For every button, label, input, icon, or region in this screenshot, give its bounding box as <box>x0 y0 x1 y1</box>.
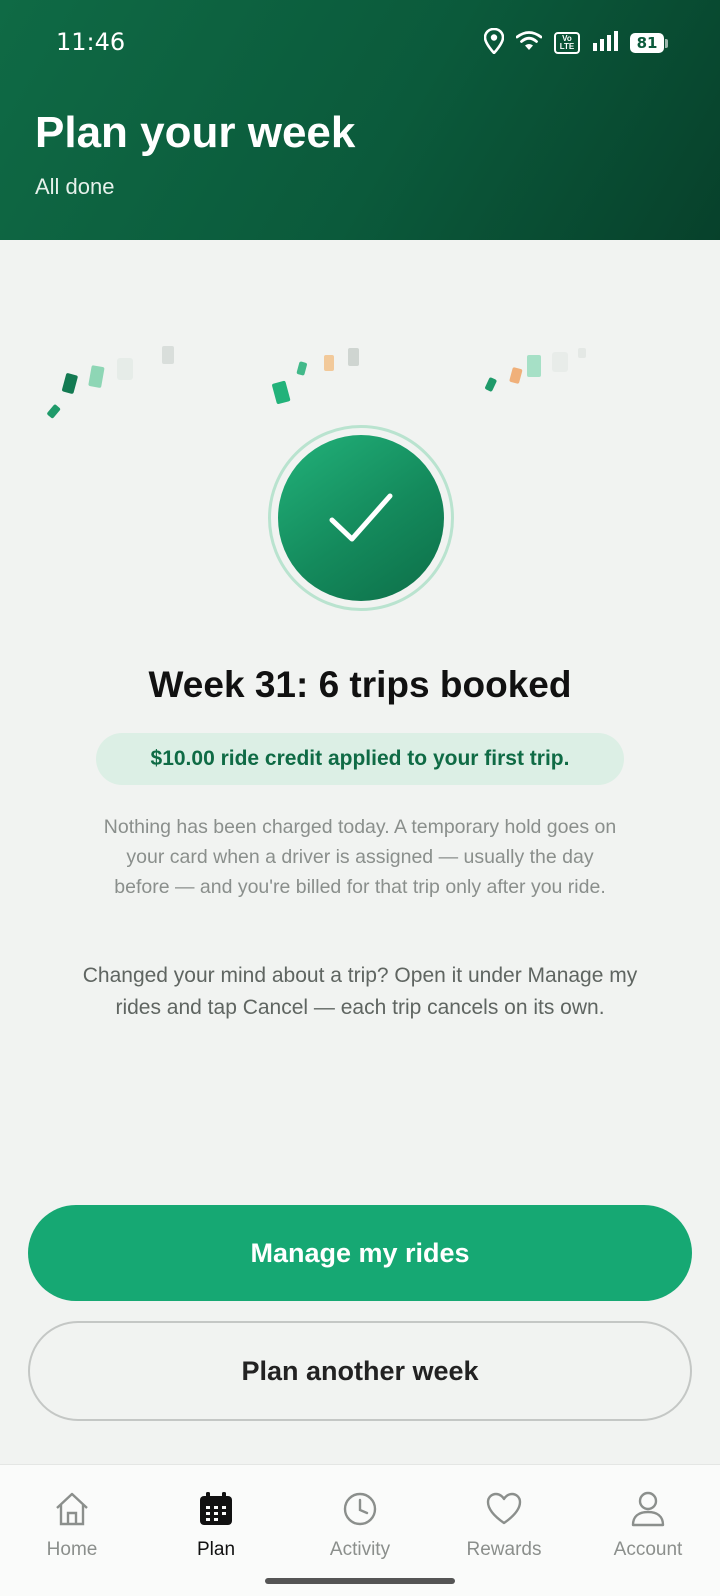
nav-item-activity[interactable]: Activity <box>288 1465 432 1596</box>
volte-icon: Vo LTE <box>554 32 580 54</box>
plan-another-week-button[interactable]: Plan another week <box>28 1321 692 1421</box>
signal-icon <box>592 30 618 56</box>
manage-rides-button[interactable]: Manage my rides <box>28 1205 692 1301</box>
battery-level: 81 <box>630 33 664 53</box>
nav-item-rewards[interactable]: Rewards <box>432 1465 576 1596</box>
nav-label-plan: Plan <box>196 1539 236 1560</box>
confetti-decoration <box>47 346 586 419</box>
credit-badge: $10.00 ride credit applied to your first… <box>96 733 624 785</box>
status-time: 11:46 <box>56 28 126 56</box>
nav-label-activity: Activity <box>329 1539 391 1560</box>
heart-icon <box>484 1489 524 1529</box>
bottom-nav: Home Plan Activity Rewards Account <box>0 1464 720 1596</box>
status-bar: 11:46 Vo LTE 81 <box>0 0 720 84</box>
battery-icon: 81 <box>630 33 668 53</box>
home-indicator <box>265 1578 455 1584</box>
success-check-icon <box>278 435 444 601</box>
nav-label-rewards: Rewards <box>466 1539 542 1560</box>
page-subtitle: All done <box>35 174 115 199</box>
wifi-icon <box>515 30 543 56</box>
status-icons: Vo LTE 81 <box>483 27 668 59</box>
header: 11:46 Vo LTE 81 Plan your week All done <box>0 0 720 240</box>
calendar-icon <box>196 1489 236 1529</box>
person-icon <box>628 1489 668 1529</box>
billing-info-text: Nothing has been charged today. A tempor… <box>103 816 617 898</box>
nav-label-account: Account <box>613 1539 683 1560</box>
nav-item-home[interactable]: Home <box>0 1465 144 1596</box>
nav-item-plan[interactable]: Plan <box>144 1465 288 1596</box>
location-icon <box>483 27 505 59</box>
home-icon <box>52 1489 92 1529</box>
volte-bottom-text: LTE <box>559 42 575 51</box>
page-title: Plan your week <box>35 108 356 157</box>
nav-item-account[interactable]: Account <box>576 1465 720 1596</box>
cancel-info-text: Changed your mind about a trip? Open it … <box>82 964 638 1019</box>
clock-icon <box>340 1489 380 1529</box>
nav-label-home: Home <box>46 1539 98 1560</box>
booking-headline: Week 31: 6 trips booked <box>148 664 572 705</box>
